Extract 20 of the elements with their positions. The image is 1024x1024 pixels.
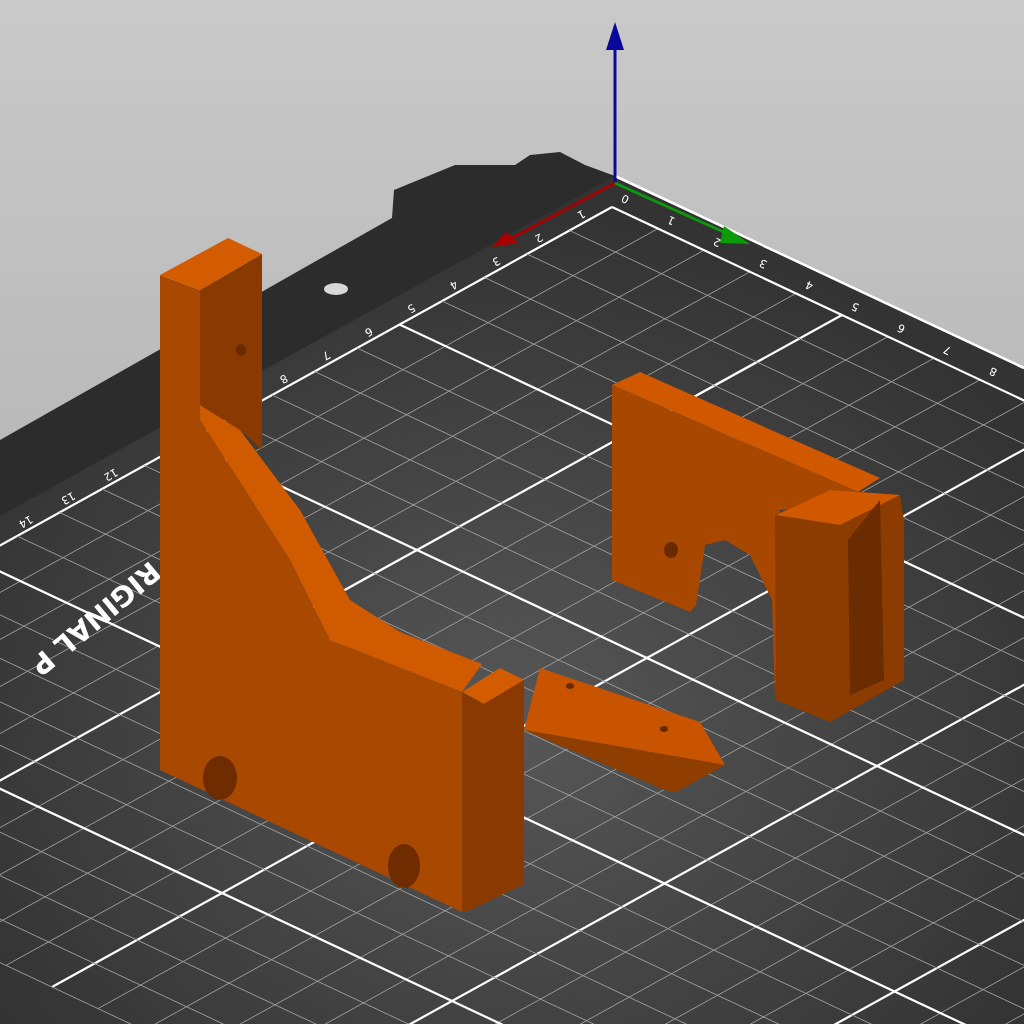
axis-tick-label: 12 — [101, 465, 120, 484]
axis-tick-label: 5 — [849, 299, 862, 315]
axis-tick-label: 7 — [941, 342, 954, 358]
axis-tick-label: 14 — [16, 512, 35, 531]
axis-tick-label: 1 — [574, 206, 588, 222]
axis-tick-label: 3 — [757, 256, 770, 271]
axis-tick-label: 5 — [404, 300, 418, 316]
axis-tick-label: 3 — [489, 253, 503, 269]
axis-tick-label: 8 — [987, 364, 1000, 379]
axis-tick-label: 4 — [447, 277, 460, 293]
axis-tick-label: 2 — [711, 234, 724, 250]
axis-tick-label: 13 — [58, 488, 78, 508]
axis-tick-label: 6 — [362, 324, 375, 340]
axis-tick-label: 1 — [665, 212, 678, 228]
axis-tick-label: 6 — [895, 320, 908, 336]
axis-tick-label: 0 — [619, 191, 632, 207]
axis-tick-label: 4 — [803, 277, 816, 293]
axis-tick-label: 2 — [532, 230, 545, 246]
axis-tick-label: 8 — [277, 371, 290, 387]
axis-tick-label: 7 — [319, 347, 333, 363]
